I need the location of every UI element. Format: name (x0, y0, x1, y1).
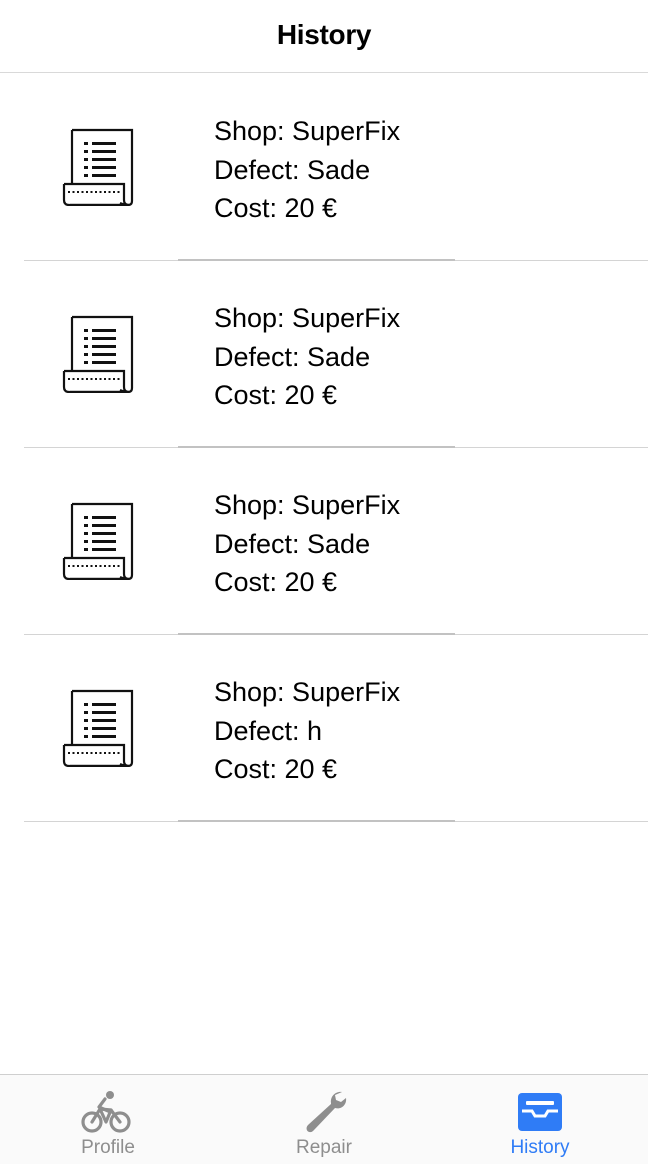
bicycle-rider-icon (81, 1091, 131, 1133)
receipt-icon (62, 128, 134, 206)
shop-label: Shop: SuperFix (214, 116, 401, 146)
tab-label: Repair (296, 1137, 352, 1158)
history-details: Shop: SuperFix Defect: Sade Cost: 20 € (214, 112, 400, 228)
tab-history[interactable]: History (432, 1075, 648, 1164)
cost-label: Cost: 20 € (214, 193, 338, 223)
tab-repair[interactable]: Repair (216, 1075, 432, 1164)
shop-label: Shop: SuperFix (214, 677, 401, 707)
history-row[interactable]: Shop: SuperFix Defect: Sade Cost: 20 € (0, 448, 648, 635)
cost-label: Cost: 20 € (214, 567, 338, 597)
defect-label: Defect: h (214, 715, 323, 746)
history-row[interactable]: Shop: SuperFix Defect: Sade Cost: 20 € (0, 74, 648, 261)
defect-label: Defect: Sade (214, 154, 371, 185)
row-divider-highlight (178, 820, 455, 822)
tab-label: History (510, 1137, 570, 1158)
receipt-icon (62, 502, 134, 580)
shop-label: Shop: SuperFix (214, 490, 401, 520)
tray-archive-icon (518, 1093, 562, 1131)
history-row[interactable]: Shop: SuperFix Defect: h Cost: 20 € (0, 635, 648, 822)
tab-label: Profile (81, 1137, 135, 1158)
defect-label: Defect: Sade (214, 341, 371, 372)
tab-profile[interactable]: Profile (0, 1075, 216, 1164)
page-title: History (276, 19, 372, 50)
wrench-icon (306, 1091, 347, 1133)
history-row[interactable]: Shop: SuperFix Defect: Sade Cost: 20 € (0, 261, 648, 448)
navigation-bar: History (0, 0, 648, 73)
history-details: Shop: SuperFix Defect: Sade Cost: 20 € (214, 299, 400, 415)
shop-label: Shop: SuperFix (214, 303, 401, 333)
cost-label: Cost: 20 € (214, 754, 338, 784)
tab-bar: Profile Repair History (0, 1074, 648, 1164)
history-details: Shop: SuperFix Defect: h Cost: 20 € (214, 673, 400, 789)
cost-label: Cost: 20 € (214, 380, 338, 410)
defect-label: Defect: Sade (214, 528, 371, 559)
receipt-icon (62, 689, 134, 767)
receipt-icon (62, 315, 134, 393)
history-list: Shop: SuperFix Defect: Sade Cost: 20 € S… (0, 74, 648, 822)
history-details: Shop: SuperFix Defect: Sade Cost: 20 € (214, 486, 400, 602)
